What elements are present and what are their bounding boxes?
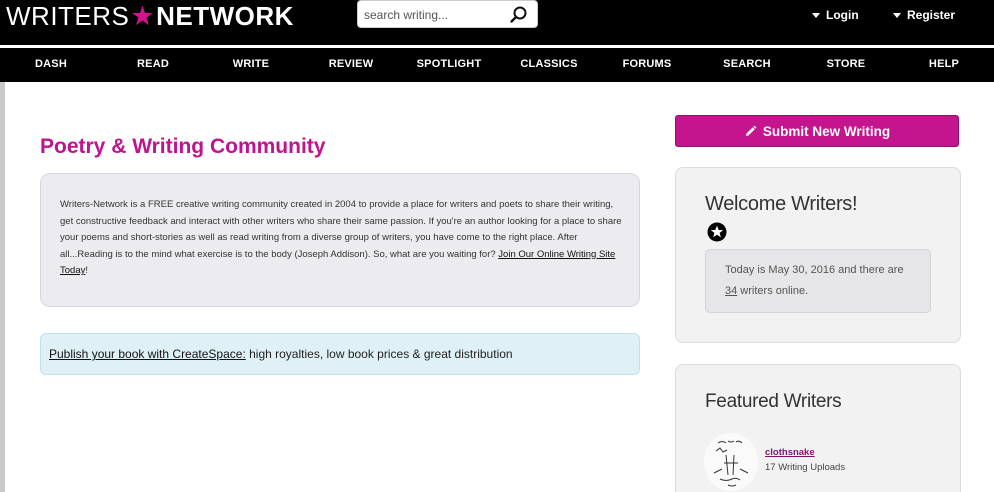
nav-item-review[interactable]: REVIEW — [329, 58, 374, 70]
publish-text: Publish your book with CreateSpace: high… — [49, 347, 513, 361]
online-suffix: writers online. — [737, 285, 809, 297]
online-count-link[interactable]: 34 — [725, 285, 737, 297]
register-link[interactable]: Register — [893, 8, 955, 22]
submit-new-writing-button[interactable]: Submit New Writing — [675, 115, 959, 147]
featured-title: Featured Writers — [705, 391, 842, 412]
online-count-line: 34 writers online. — [725, 285, 808, 297]
top-header: WRITERS★NETWORK Login Register — [0, 0, 994, 45]
chevron-down-icon — [812, 13, 820, 19]
logo-star-icon: ★ — [130, 1, 156, 31]
welcome-title: Welcome Writers! — [705, 193, 858, 215]
search-box — [357, 0, 538, 28]
logo-text-network: NETWORK — [156, 1, 294, 31]
chevron-down-icon — [893, 13, 901, 19]
nav-item-classics[interactable]: CLASSICS — [520, 58, 577, 70]
search-icon[interactable] — [509, 5, 529, 25]
welcome-panel: Welcome Writers! Today is May 30, 2016 a… — [675, 167, 961, 343]
publish-banner: Publish your book with CreateSpace: high… — [40, 333, 640, 375]
featured-writers-panel: Featured Writers clothsnake 17 Writing U… — [675, 364, 961, 492]
intro-text: Writers-Network is a FREE creative writi… — [60, 197, 622, 280]
login-link[interactable]: Login — [812, 8, 859, 22]
nav-item-store[interactable]: STORE — [827, 58, 866, 70]
main-nav: DASH READ WRITE REVIEW SPOTLIGHT CLASSIC… — [0, 48, 994, 82]
nav-item-write[interactable]: WRITE — [233, 58, 269, 70]
featured-writer-link[interactable]: clothsnake — [765, 447, 815, 458]
pencil-icon — [744, 125, 757, 138]
nav-item-spotlight[interactable]: SPOTLIGHT — [417, 58, 482, 70]
search-input[interactable] — [364, 6, 504, 24]
page-title: Poetry & Writing Community — [40, 135, 326, 158]
nav-item-read[interactable]: READ — [137, 58, 169, 70]
createspace-link[interactable]: Publish your book with CreateSpace: — [49, 347, 246, 361]
register-label: Register — [907, 8, 956, 22]
nav-item-dash[interactable]: DASH — [35, 58, 67, 70]
nav-item-search[interactable]: SEARCH — [723, 58, 771, 70]
page-left-border — [0, 82, 5, 492]
logo-text-writers: WRITERS — [6, 1, 130, 31]
login-label: Login — [826, 8, 859, 22]
publish-description: high royalties, low book prices & great … — [245, 347, 513, 361]
star-badge-icon — [707, 222, 727, 242]
nav-item-forums[interactable]: FORUMS — [623, 58, 672, 70]
today-text: Today is May 30, 2016 and there are — [725, 264, 904, 276]
nav-item-help[interactable]: HELP — [929, 58, 959, 70]
featured-writer-uploads: 17 Writing Uploads — [765, 462, 846, 473]
online-stats: Today is May 30, 2016 and there are 34 w… — [705, 249, 931, 313]
intro-panel: Writers-Network is a FREE creative writi… — [40, 173, 640, 307]
intro-suffix: ! — [85, 265, 88, 276]
site-logo[interactable]: WRITERS★NETWORK — [6, 2, 294, 30]
submit-label: Submit New Writing — [762, 123, 891, 139]
writer-avatar[interactable] — [704, 433, 758, 491]
